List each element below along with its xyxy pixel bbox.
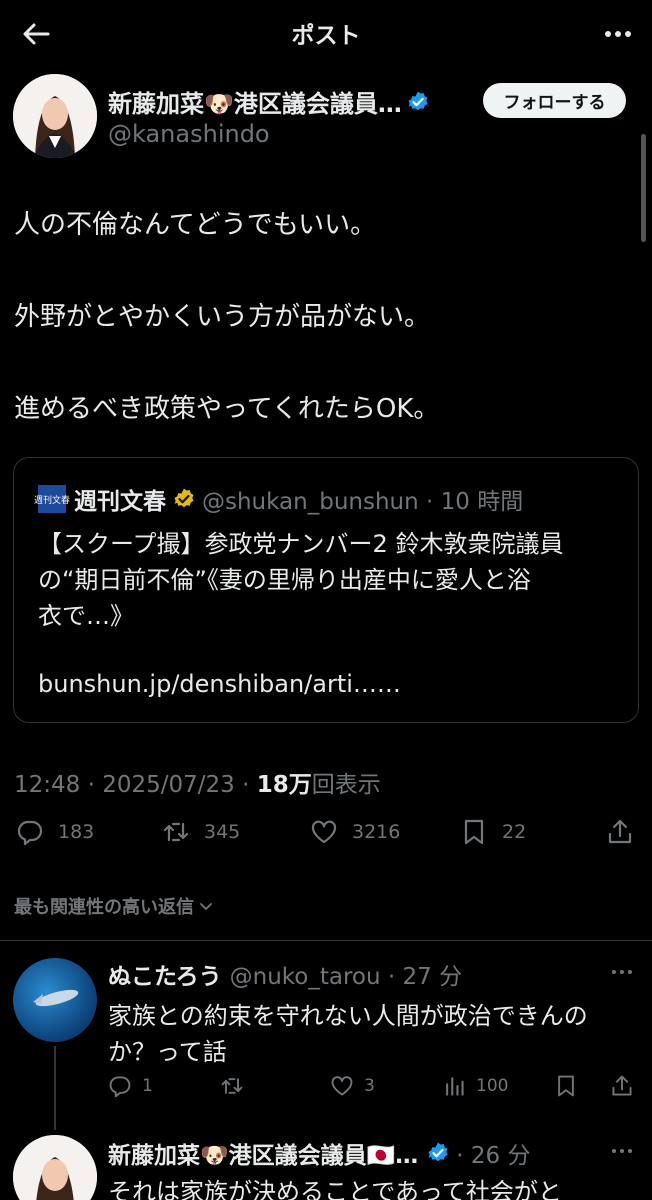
like-button[interactable]: 3216	[310, 818, 400, 846]
post-text-line: 外野がとやかくいう方が品がない。	[14, 302, 431, 332]
like-count: 3	[364, 1076, 375, 1096]
post-text-line: 進めるべき政策やってくれたらOK。	[14, 394, 440, 424]
quote-header: 週刊文春 週刊文春 @shukan_bunshun · 10 時間	[34, 482, 524, 516]
page-title: ポスト	[291, 23, 361, 49]
back-arrow-icon[interactable]	[20, 18, 52, 50]
reply-header: 新藤加菜🐶港区議会議員🇯🇵… · 26 分	[108, 1136, 530, 1170]
reply-button[interactable]: 1	[108, 1074, 153, 1098]
author-name-row[interactable]: 新藤加菜🐶港区議会議員…	[108, 84, 430, 119]
analytics-icon	[446, 1077, 464, 1096]
views-count: 100	[476, 1076, 509, 1096]
more-options-icon[interactable]	[602, 22, 634, 46]
reply-text-line: か？って話	[108, 1038, 227, 1066]
reply-sort-label: 最も関連性の高い返信	[14, 897, 194, 918]
top-bar: ポスト	[0, 0, 652, 66]
quote-text-line: の“期日前不倫”《妻の里帰り出産中に愛人と浴	[38, 566, 531, 594]
avatar-photo	[13, 74, 97, 158]
bookmark-count: 22	[502, 821, 527, 843]
bookmark-icon	[558, 1075, 574, 1097]
reply-handle-time: · 26 分	[456, 1143, 531, 1169]
heart-icon	[311, 820, 337, 844]
reply-author-name[interactable]: ぬこたろう	[108, 957, 222, 991]
verified-badge-icon	[428, 1142, 448, 1162]
reply-actions: 1 3 100	[108, 1074, 638, 1104]
quote-handle-time: @shukan_bunshun · 10 時間	[202, 489, 524, 515]
reply-sort-selector[interactable]: 最も関連性の高い返信	[14, 893, 214, 919]
author-name[interactable]: 新藤加菜🐶港区議会議員…	[108, 84, 402, 119]
repost-icon	[221, 1078, 243, 1094]
reply-handle-time: @nuko_tarou · 27 分	[229, 964, 463, 990]
like-button[interactable]: 3	[330, 1074, 375, 1098]
bunshun-logo: 週刊文春	[34, 485, 70, 513]
reply-icon	[109, 1076, 131, 1098]
repost-icon	[163, 822, 189, 842]
time-date: 12:48 · 2025/07/23 ·	[14, 772, 257, 798]
more-options-icon[interactable]	[610, 1147, 634, 1155]
repost-count: 345	[204, 821, 241, 843]
reply-avatar[interactable]	[13, 958, 97, 1042]
reply-count: 1	[142, 1076, 153, 1096]
reply-count: 183	[58, 821, 95, 843]
follow-button[interactable]: フォローする	[483, 83, 626, 118]
more-options-icon[interactable]	[610, 968, 634, 976]
quote-link[interactable]: bunshun.jp/denshiban/arti……	[38, 670, 401, 698]
thread-line	[54, 1046, 56, 1130]
reply-avatar[interactable]	[13, 1135, 97, 1200]
scrollbar[interactable]	[641, 134, 646, 242]
like-count: 3216	[352, 821, 401, 843]
repost-button[interactable]	[220, 1074, 244, 1098]
bookmark-button[interactable]	[554, 1074, 578, 1098]
share-button[interactable]	[606, 818, 634, 846]
view-count: 18万	[256, 772, 312, 798]
heart-icon	[331, 1076, 353, 1096]
reply-text-line: それは家族が決めることであって社会がと	[108, 1178, 562, 1200]
verified-badge-icon	[408, 91, 428, 110]
share-icon	[608, 819, 632, 844]
views-button[interactable]: 100	[442, 1074, 508, 1098]
author-avatar[interactable]	[13, 74, 97, 158]
post-text-line: 人の不倫なんてどうでもいい。	[14, 210, 377, 240]
author-handle[interactable]: @kanashindo	[108, 120, 270, 148]
reply-text-line: 家族との約束を守れない人間が政治できんの	[108, 1002, 588, 1030]
chevron-down-icon	[200, 903, 212, 911]
reply-icon	[17, 820, 43, 846]
view-label: 回表示	[311, 772, 381, 798]
divider	[0, 940, 652, 941]
post-actions: 183 345 3216 22	[0, 818, 652, 858]
reply-button[interactable]: 183	[16, 818, 94, 846]
repost-button[interactable]: 345	[162, 818, 240, 846]
reply-header: ぬこたろう @nuko_tarou · 27 分	[108, 957, 462, 991]
bookmark-button[interactable]: 22	[460, 818, 526, 846]
avatar-photo	[33, 989, 79, 1007]
gold-verified-badge-icon	[174, 488, 194, 508]
reply-author-name[interactable]: 新藤加菜🐶港区議会議員🇯🇵…	[108, 1136, 418, 1170]
share-icon	[612, 1075, 632, 1096]
quote-text-line: 【スクープ撮】参政党ナンバー2 鈴木敦衆院議員	[38, 530, 564, 558]
share-button[interactable]	[610, 1074, 634, 1098]
quote-text-line: 衣で…》	[38, 602, 134, 630]
avatar-photo	[13, 1135, 97, 1200]
post-timestamp: 12:48 · 2025/07/23 · 18万回表示	[14, 765, 381, 799]
bookmark-icon	[464, 819, 484, 845]
quote-author-name: 週刊文春	[74, 489, 166, 515]
quoted-post-card[interactable]: 週刊文春 週刊文春 @shukan_bunshun · 10 時間 【スクープ撮…	[13, 457, 639, 723]
